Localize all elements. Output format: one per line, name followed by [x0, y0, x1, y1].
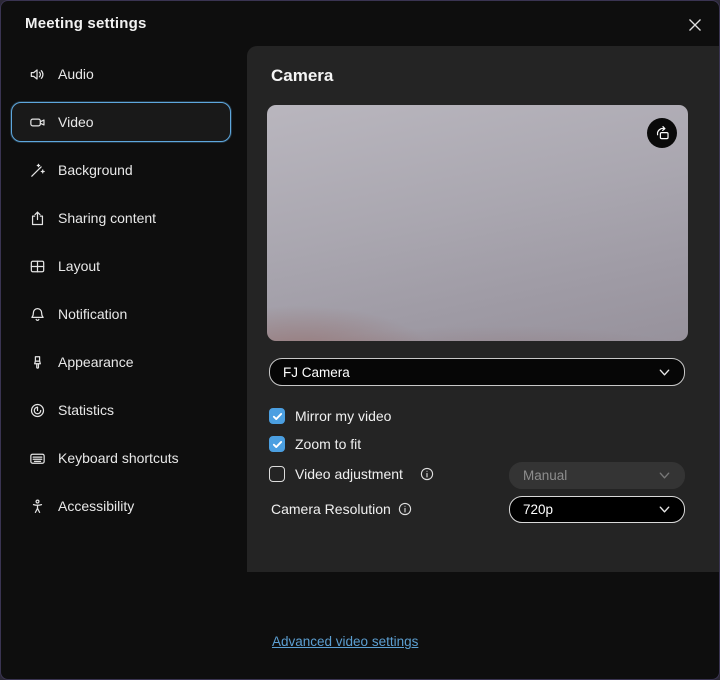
info-icon[interactable] — [398, 502, 412, 516]
sidebar-item-label: Statistics — [58, 402, 114, 418]
statistics-gauge-icon — [27, 400, 47, 420]
sidebar-item-label: Appearance — [58, 354, 134, 370]
video-adjustment-label: Video adjustment — [295, 466, 403, 482]
zoom-to-fit-label: Zoom to fit — [295, 436, 361, 452]
camera-resolution-value: 720p — [523, 502, 553, 517]
chevron-down-icon — [658, 366, 671, 379]
mirror-my-video-label: Mirror my video — [295, 408, 391, 424]
rotate-camera-icon — [654, 125, 671, 142]
titlebar: Meeting settings — [1, 1, 719, 46]
mirror-my-video-checkbox-row[interactable]: Mirror my video — [269, 408, 391, 424]
sidebar-item-background[interactable]: Background — [11, 150, 231, 190]
video-adjustment-checkbox-row[interactable]: Video adjustment — [269, 466, 434, 482]
zoom-to-fit-checkbox-row[interactable]: Zoom to fit — [269, 436, 361, 452]
layout-grid-icon — [27, 256, 47, 276]
chevron-down-icon — [658, 503, 671, 516]
sidebar-item-label: Keyboard shortcuts — [58, 450, 179, 466]
settings-sidebar: Audio Video Background Sharing content L — [1, 46, 247, 679]
sidebar-item-label: Audio — [58, 66, 94, 82]
camera-resolution-label: Camera Resolution — [271, 501, 391, 517]
camera-section-heading: Camera — [271, 66, 333, 86]
speaker-icon — [27, 64, 47, 84]
magic-wand-icon — [27, 160, 47, 180]
advanced-video-settings-link[interactable]: Advanced video settings — [272, 634, 418, 649]
bell-icon — [27, 304, 47, 324]
close-icon — [688, 18, 702, 32]
info-icon[interactable] — [420, 467, 434, 481]
video-settings-panel: Camera FJ Camera Mirror my video — [247, 46, 720, 572]
share-icon — [27, 208, 47, 228]
video-camera-icon — [27, 112, 47, 132]
sidebar-item-accessibility[interactable]: Accessibility — [11, 486, 231, 526]
camera-device-value: FJ Camera — [283, 365, 350, 380]
sidebar-item-layout[interactable]: Layout — [11, 246, 231, 286]
accessibility-person-icon — [27, 496, 47, 516]
video-adjustment-mode-select-disabled: Manual — [509, 462, 685, 489]
sidebar-item-appearance[interactable]: Appearance — [11, 342, 231, 382]
video-adjustment-mode-value: Manual — [523, 468, 567, 483]
sidebar-item-label: Accessibility — [58, 498, 134, 514]
sidebar-item-label: Video — [58, 114, 94, 130]
paintbrush-icon — [27, 352, 47, 372]
sidebar-item-statistics[interactable]: Statistics — [11, 390, 231, 430]
meeting-settings-dialog: Meeting settings Audio Video Background — [0, 0, 720, 680]
checkbox-checked[interactable] — [269, 408, 285, 424]
checkmark-icon — [272, 439, 283, 450]
checkbox-unchecked[interactable] — [269, 466, 285, 482]
keyboard-icon — [27, 448, 47, 468]
sidebar-item-video[interactable]: Video — [11, 102, 231, 142]
rotate-camera-button[interactable] — [647, 118, 677, 148]
camera-device-select[interactable]: FJ Camera — [269, 358, 685, 386]
sidebar-item-label: Notification — [58, 306, 127, 322]
sidebar-item-keyboard-shortcuts[interactable]: Keyboard shortcuts — [11, 438, 231, 478]
checkbox-checked[interactable] — [269, 436, 285, 452]
checkmark-icon — [272, 411, 283, 422]
sidebar-item-sharing-content[interactable]: Sharing content — [11, 198, 231, 238]
camera-resolution-label-row: Camera Resolution — [271, 501, 412, 517]
dialog-title: Meeting settings — [25, 15, 147, 32]
sidebar-item-label: Layout — [58, 258, 100, 274]
sidebar-item-notification[interactable]: Notification — [11, 294, 231, 334]
chevron-down-icon — [658, 469, 671, 482]
close-button[interactable] — [685, 15, 705, 35]
sidebar-item-audio[interactable]: Audio — [11, 54, 231, 94]
sidebar-item-label: Sharing content — [58, 210, 156, 226]
sidebar-item-label: Background — [58, 162, 133, 178]
camera-resolution-select[interactable]: 720p — [509, 496, 685, 523]
camera-preview — [267, 105, 688, 341]
